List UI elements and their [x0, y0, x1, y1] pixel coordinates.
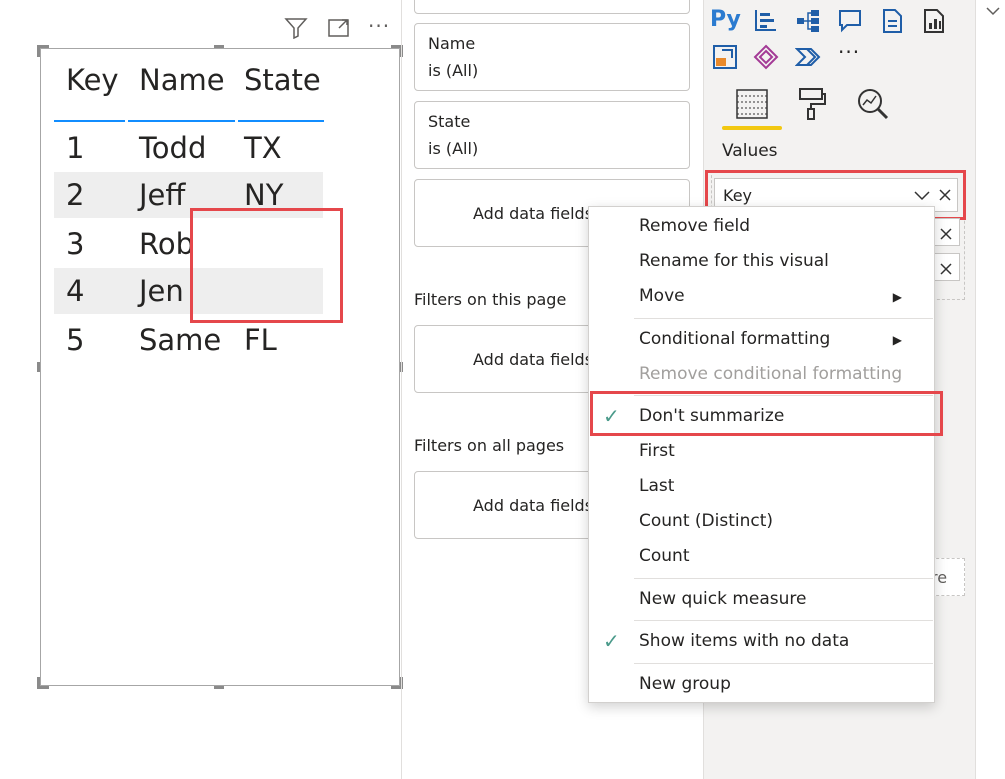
menu-item-last[interactable]: Last	[639, 476, 674, 496]
fields-icon[interactable]	[734, 86, 770, 126]
table-cell: 5	[66, 323, 85, 357]
menu-item-show-items-no-data[interactable]: Show items with no data	[639, 631, 849, 651]
table-cell: FL	[244, 323, 277, 357]
key-influencers-icon[interactable]	[752, 8, 778, 38]
resize-handle-bl-v[interactable]	[37, 677, 40, 689]
header-underline-key	[54, 120, 125, 122]
qa-visual-icon[interactable]	[837, 8, 863, 38]
analytics-icon[interactable]	[855, 86, 891, 126]
column-header-name[interactable]: Name	[139, 63, 225, 97]
pane-divider	[401, 0, 402, 779]
menu-item-rename-for-visual[interactable]: Rename for this visual	[639, 251, 829, 271]
filters-all-pages-title: Filters on all pages	[414, 436, 565, 455]
python-visual-icon[interactable]: Py	[710, 7, 741, 32]
close-icon[interactable]	[939, 261, 953, 280]
column-header-key[interactable]: Key	[66, 63, 119, 97]
filter-icon[interactable]	[284, 17, 308, 44]
filter-field-state: State	[428, 112, 471, 131]
table-cell: TX	[244, 131, 282, 165]
table-cell: NY	[244, 178, 284, 212]
table-cell: Rob	[139, 227, 194, 261]
table-cell: Jen	[139, 274, 184, 308]
table-cell: 1	[66, 131, 85, 165]
resize-handle-left[interactable]	[37, 362, 40, 372]
highlight-dont-summarize	[590, 391, 943, 436]
field-context-menu: Remove field Rename for this visual Move…	[588, 206, 935, 703]
menu-item-remove-conditional-formatting: Remove conditional formatting	[639, 364, 903, 384]
table-cell: 3	[66, 227, 85, 261]
menu-item-new-quick-measure[interactable]: New quick measure	[639, 589, 807, 609]
table-cell: Todd	[139, 131, 207, 165]
filter-card-state[interactable]: State is (All)	[414, 101, 690, 169]
decomposition-tree-icon[interactable]	[795, 8, 821, 38]
table-visual[interactable]	[40, 48, 400, 686]
submenu-arrow-icon: ▶	[892, 290, 902, 304]
more-visuals-icon[interactable]: ···	[838, 40, 860, 64]
highlight-empty-state-cells	[190, 208, 343, 323]
menu-separator	[634, 663, 933, 664]
values-label: Values	[722, 141, 778, 161]
resize-handle-tl-v[interactable]	[37, 45, 40, 57]
filter-field-name: Name	[428, 34, 476, 53]
menu-item-count-distinct[interactable]: Count (Distinct)	[639, 511, 773, 531]
menu-item-conditional-formatting[interactable]: Conditional formatting	[639, 329, 830, 349]
viz-pane-right-border	[975, 0, 976, 779]
header-underline-name	[128, 120, 235, 122]
menu-item-new-group[interactable]: New group	[639, 674, 731, 694]
power-automate-icon[interactable]	[712, 44, 738, 74]
menu-separator	[634, 318, 933, 319]
format-icon[interactable]	[796, 86, 828, 126]
check-icon: ✓	[603, 629, 620, 653]
focus-mode-icon[interactable]	[327, 17, 351, 44]
table-cell: 4	[66, 274, 85, 308]
menu-item-move[interactable]: Move	[639, 286, 685, 306]
smart-narrative-icon[interactable]	[880, 8, 904, 38]
table-cell: Jeff	[139, 178, 186, 212]
filters-this-page-title: Filters on this page	[414, 290, 567, 309]
active-tab-indicator	[722, 126, 782, 130]
power-automate-flow-icon[interactable]	[794, 44, 821, 74]
submenu-arrow-icon: ▶	[892, 333, 902, 347]
menu-item-count[interactable]: Count	[639, 546, 690, 566]
filter-value-name: is (All)	[428, 61, 479, 80]
power-apps-icon[interactable]	[753, 44, 779, 74]
filter-card-name[interactable]: Name is (All)	[414, 23, 690, 91]
resize-handle-bottom[interactable]	[214, 686, 224, 689]
menu-item-remove-field[interactable]: Remove field	[639, 216, 750, 236]
close-icon[interactable]	[939, 226, 953, 245]
table-cell: Same	[139, 323, 222, 357]
menu-separator	[634, 620, 933, 621]
chevron-down-icon[interactable]	[985, 2, 1001, 21]
header-underline-state	[238, 120, 324, 122]
menu-separator	[634, 578, 933, 579]
paginated-report-icon[interactable]	[922, 8, 946, 38]
resize-handle-top[interactable]	[214, 45, 224, 48]
table-cell: 2	[66, 178, 85, 212]
filter-card-partial[interactable]	[414, 0, 690, 14]
more-options-icon[interactable]: ···	[368, 14, 390, 38]
column-header-state[interactable]: State	[244, 63, 321, 97]
menu-item-first[interactable]: First	[639, 441, 675, 461]
filter-value-state: is (All)	[428, 139, 479, 158]
